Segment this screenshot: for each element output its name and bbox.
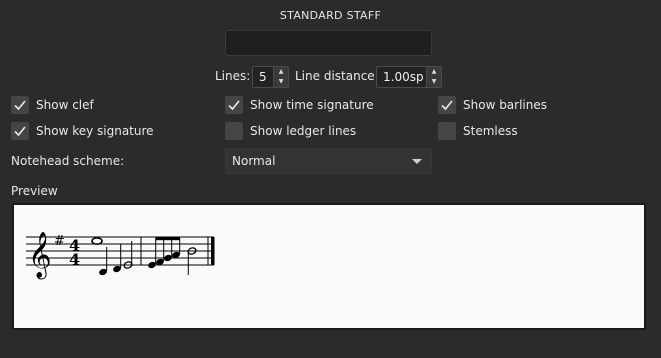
staff-name-field[interactable]	[225, 30, 432, 56]
show-barlines-checkbox[interactable]	[438, 96, 456, 114]
show-ledger-lines-label: Show ledger lines	[250, 124, 357, 138]
lines-spinbox[interactable]: 5 ▲ ▼	[252, 66, 289, 88]
show-time-signature-label: Show time signature	[250, 98, 374, 112]
spin-down-icon[interactable]: ▼	[274, 77, 288, 87]
quarter-note	[113, 244, 122, 273]
show-time-signature-checkbox[interactable]	[225, 96, 243, 114]
line-distance-value[interactable]: 1.00sp	[377, 67, 426, 87]
preview-label: Preview	[11, 184, 58, 198]
spin-up-icon[interactable]: ▲	[427, 67, 441, 77]
show-clef-checkbox[interactable]	[11, 96, 29, 114]
stemless-label: Stemless	[463, 124, 518, 138]
notehead-scheme-dropdown[interactable]: Normal	[225, 148, 432, 174]
lines-label: Lines:	[215, 69, 251, 83]
spin-down-icon[interactable]: ▼	[427, 77, 441, 87]
eighth-note-group	[148, 237, 181, 269]
show-key-signature-label: Show key signature	[36, 124, 154, 138]
line-distance-spinbox[interactable]: 1.00sp ▲ ▼	[376, 66, 442, 88]
whole-note	[91, 236, 103, 245]
time-signature-bottom: 4	[69, 250, 80, 269]
chevron-down-icon	[412, 159, 422, 164]
show-ledger-lines-checkbox[interactable]	[225, 122, 243, 140]
show-barlines-label: Show barlines	[463, 98, 548, 112]
stemless-checkbox[interactable]	[438, 122, 456, 140]
check-icon	[14, 126, 26, 137]
treble-clef-icon: 𝄞	[28, 232, 52, 280]
final-barline-thick	[211, 237, 215, 265]
spin-up-icon[interactable]: ▲	[274, 67, 288, 77]
lines-value[interactable]: 5	[253, 67, 273, 87]
notehead-scheme-label: Notehead scheme:	[11, 154, 125, 168]
key-signature: #	[54, 234, 65, 249]
notehead-scheme-value: Normal	[232, 154, 276, 168]
preview-pane: 𝄞 # 4 4	[12, 203, 646, 330]
show-key-signature-checkbox[interactable]	[11, 122, 29, 140]
check-icon	[228, 100, 240, 111]
panel-title: STANDARD STAFF	[279, 9, 382, 22]
line-distance-label: Line distance:	[295, 69, 379, 83]
staff-preview: 𝄞 # 4 4	[26, 232, 215, 280]
show-clef-label: Show clef	[36, 98, 94, 112]
check-icon	[14, 100, 26, 111]
check-icon	[441, 100, 453, 111]
